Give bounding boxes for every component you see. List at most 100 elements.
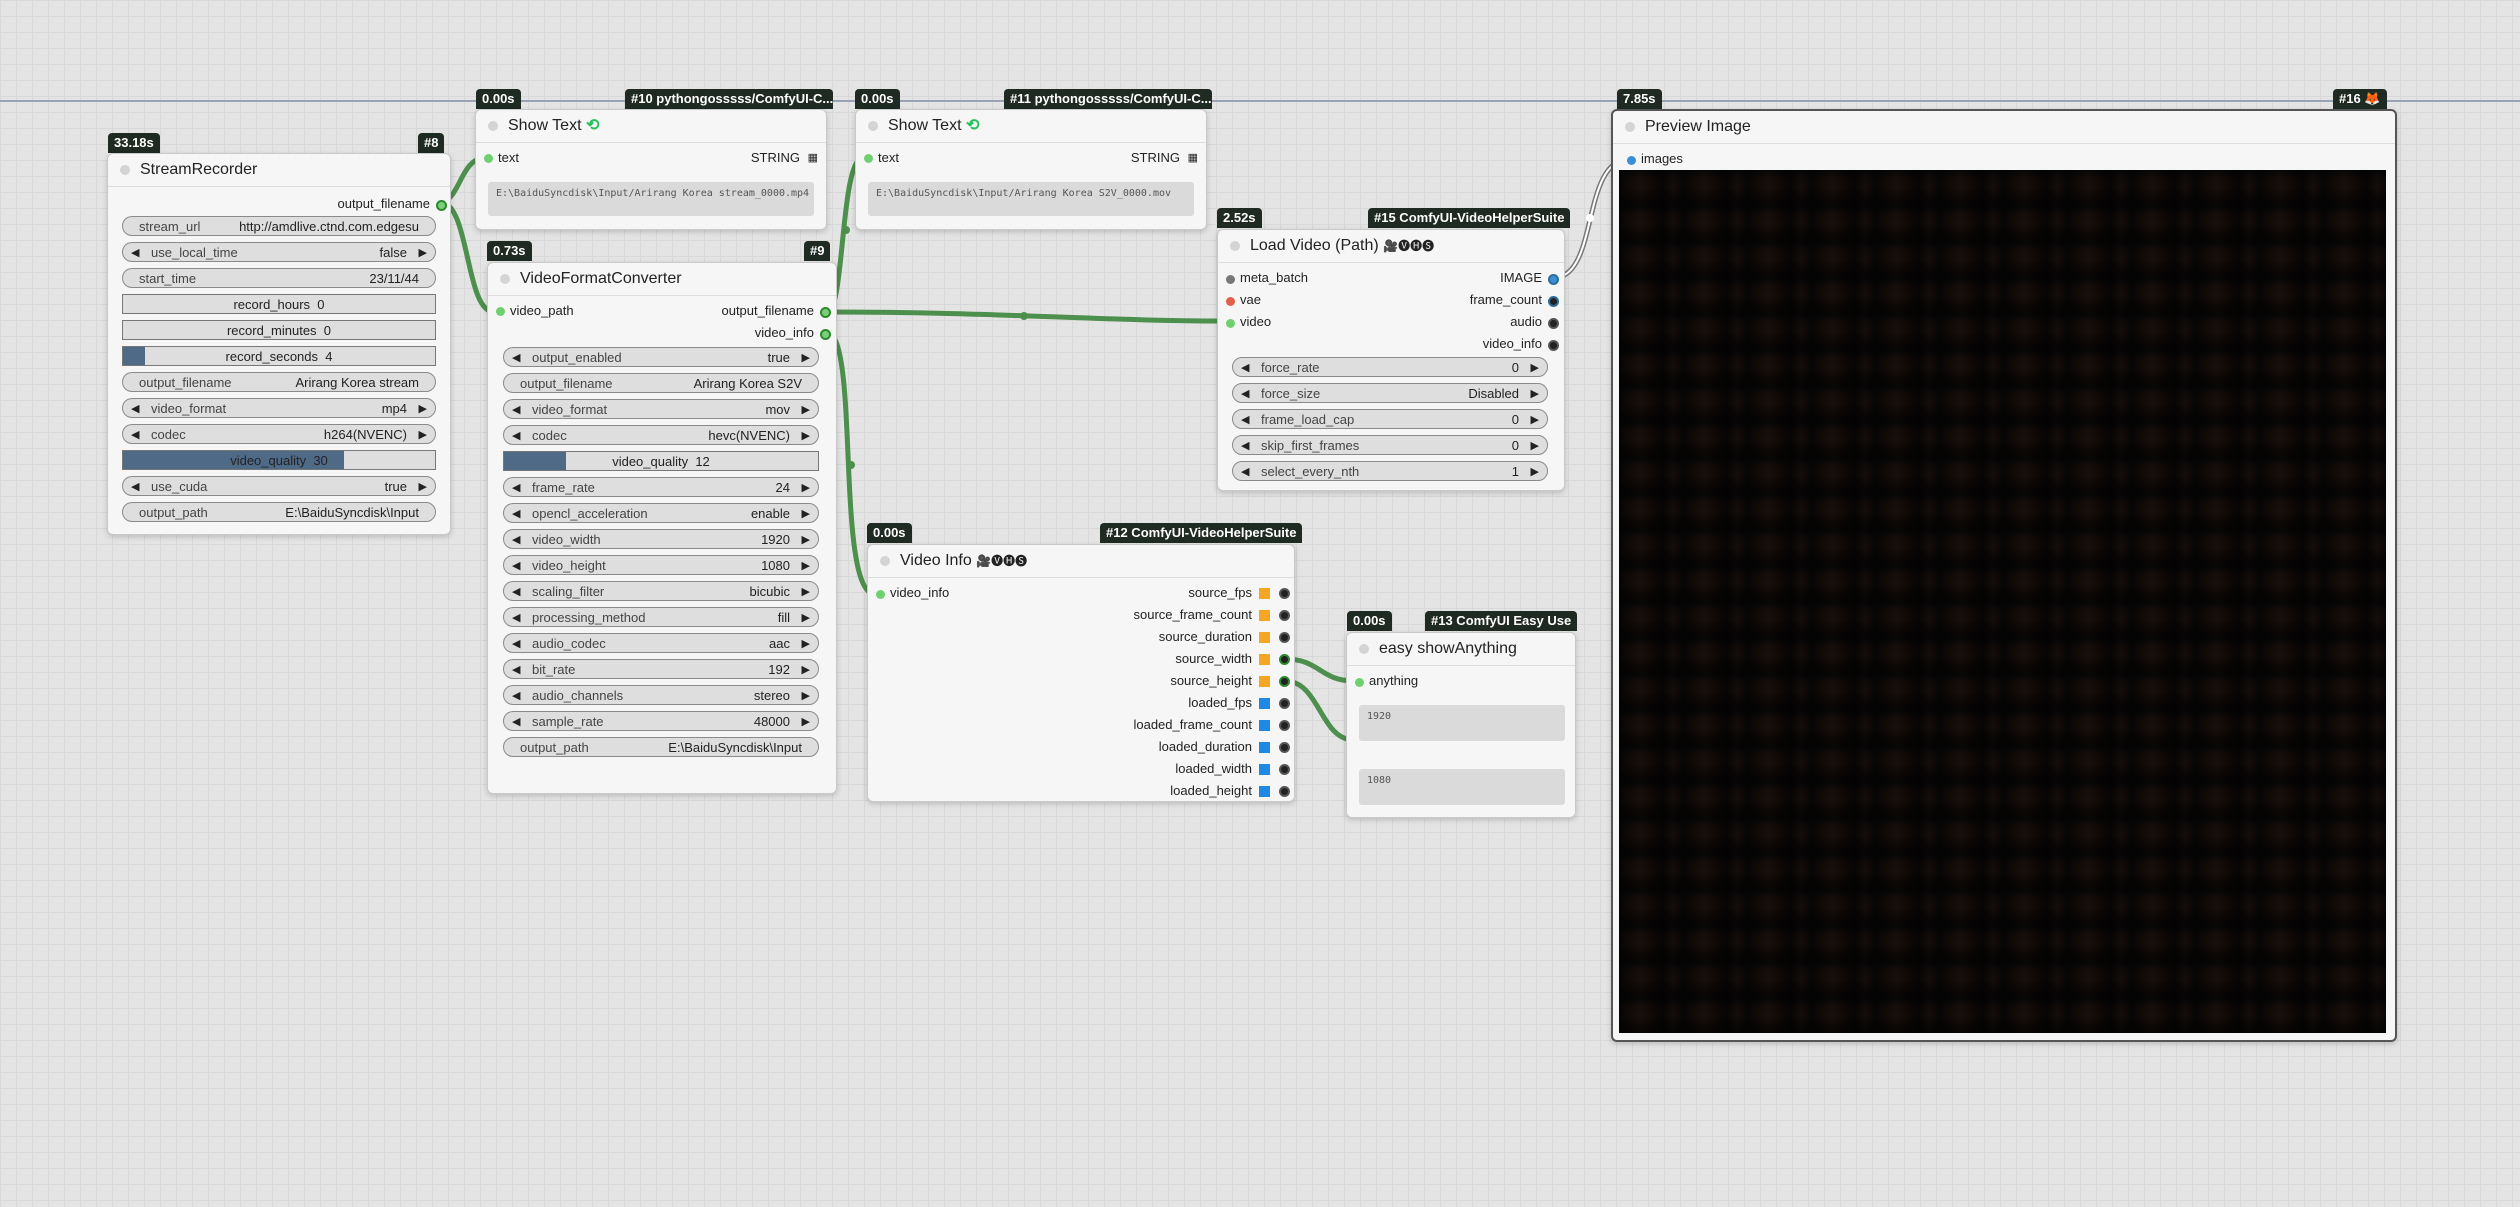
output-path-widget[interactable]: output_path E:\BaiduSyncdisk\Input [503, 737, 819, 757]
bit-rate-combo[interactable]: ◀ bit_rate 192 ▶ [503, 659, 819, 679]
input-pin-icon[interactable] [1226, 297, 1235, 306]
record-minutes-slider[interactable]: record_minutes 0 [122, 320, 436, 340]
video-info-node[interactable]: Video Info 🎥🅥🅗🅢 video_info source_fps so… [867, 544, 1295, 802]
node-title[interactable]: StreamRecorder [108, 154, 450, 187]
video-quality-slider[interactable]: video_quality 30 [122, 450, 436, 470]
output-slot-output-filename[interactable]: output_filename [721, 303, 831, 319]
input-slot-images: images [1641, 151, 1683, 166]
frame-load-cap-combo[interactable]: ◀ frame_load_cap 0 ▶ [1232, 409, 1548, 429]
collapse-dot-icon[interactable] [488, 121, 498, 131]
audio-codec-combo[interactable]: ◀ audio_codec aac ▶ [503, 633, 819, 653]
output-slot-video-info[interactable]: video_info [755, 325, 831, 341]
output-slot-loaded-fps[interactable]: loaded_fps [1188, 695, 1252, 711]
output-slot-source-height[interactable]: source_height [1170, 673, 1252, 689]
collapse-dot-icon[interactable] [500, 274, 510, 284]
video-quality-slider[interactable]: video_quality 12 [503, 451, 819, 471]
video-width-combo[interactable]: ◀ video_width 1920 ▶ [503, 529, 819, 549]
output-slot-loaded-duration[interactable]: loaded_duration [1159, 739, 1252, 755]
node-id-badge: #15 ComfyUI-VideoHelperSuite [1368, 208, 1571, 228]
link-height-anything [1282, 678, 1357, 743]
collapse-dot-icon[interactable] [880, 556, 890, 566]
output-slot-audio[interactable]: audio [1510, 314, 1559, 330]
output-slot-loaded-frame-count[interactable]: loaded_frame_count [1133, 717, 1252, 733]
select-every-nth-combo[interactable]: ◀ select_every_nth 1 ▶ [1232, 461, 1548, 481]
processing-method-combo[interactable]: ◀ processing_method fill ▶ [503, 607, 819, 627]
record-seconds-slider[interactable]: record_seconds 4 [122, 346, 436, 366]
input-pin-icon[interactable] [1355, 678, 1364, 687]
value-display-1[interactable]: 1920 [1359, 705, 1565, 741]
stream-url-widget[interactable]: stream_url http://amdlive.ctnd.com.edgesu [122, 216, 436, 236]
input-pin-icon[interactable] [1226, 275, 1235, 284]
start-time-widget[interactable]: start_time 23/11/44 [122, 268, 436, 288]
input-pin-icon[interactable] [1627, 156, 1636, 165]
video-format-combo[interactable]: ◀ video_format mp4 ▶ [122, 398, 436, 418]
sample-rate-combo[interactable]: ◀ sample_rate 48000 ▶ [503, 711, 819, 731]
text-display[interactable]: E:\BaiduSyncdisk\Input/Arirang Korea str… [488, 182, 814, 216]
execution-time-badge: 0.00s [867, 523, 912, 543]
output-filename-widget[interactable]: output_filename Arirang Korea stream [122, 372, 436, 392]
output-slot-video-info[interactable]: video_info [1483, 336, 1559, 352]
text-display[interactable]: E:\BaiduSyncdisk\Input/Arirang Korea S2V… [868, 182, 1194, 216]
use-local-time-combo[interactable]: ◀ use_local_time false ▶ [122, 242, 436, 262]
collapse-dot-icon[interactable] [120, 165, 130, 175]
node-title[interactable]: Preview Image [1613, 111, 2395, 144]
output-filename-widget[interactable]: output_filename Arirang Korea S2V [503, 373, 819, 393]
node-title[interactable]: Video Info 🎥🅥🅗🅢 [868, 545, 1294, 578]
output-slot-source-fps[interactable]: source_fps [1188, 585, 1252, 601]
load-video-path-node[interactable]: Load Video (Path) 🎥🅥🅗🅢 meta_batch vae vi… [1217, 229, 1565, 491]
use-cuda-combo[interactable]: ◀ use_cuda true ▶ [122, 476, 436, 496]
skip-first-frames-combo[interactable]: ◀ skip_first_frames 0 ▶ [1232, 435, 1548, 455]
input-pin-icon[interactable] [484, 154, 493, 163]
input-pin-icon[interactable] [1226, 319, 1235, 328]
node-title[interactable]: Show Text ⟲ [476, 110, 826, 143]
int-type-icon [1259, 610, 1270, 621]
show-text-11-node[interactable]: Show Text ⟲ text STRING ▦ E:\BaiduSyncdi… [855, 109, 1207, 230]
node-title[interactable]: Load Video (Path) 🎥🅥🅗🅢 [1218, 230, 1564, 263]
output-slot-string[interactable]: STRING [1131, 150, 1180, 166]
input-pin-icon[interactable] [876, 590, 885, 599]
output-enabled-combo[interactable]: ◀ output_enabled true ▶ [503, 347, 819, 367]
collapse-dot-icon[interactable] [1359, 644, 1369, 654]
collapse-dot-icon[interactable] [1625, 122, 1635, 132]
node-title[interactable]: VideoFormatConverter [488, 263, 836, 296]
float-type-icon [1259, 698, 1270, 709]
output-slot-source-frame-count[interactable]: source_frame_count [1133, 607, 1252, 623]
value-display-2[interactable]: 1080 [1359, 769, 1565, 805]
output-path-widget[interactable]: output_path E:\BaiduSyncdisk\Input [122, 502, 436, 522]
video-height-combo[interactable]: ◀ video_height 1080 ▶ [503, 555, 819, 575]
opencl-acceleration-combo[interactable]: ◀ opencl_acceleration enable ▶ [503, 503, 819, 523]
vhs-badge-icon: 🎥🅥🅗🅢 [976, 554, 1028, 568]
force-rate-combo[interactable]: ◀ force_rate 0 ▶ [1232, 357, 1548, 377]
preview-image-grid[interactable] [1619, 170, 2386, 1033]
output-slot-source-width[interactable]: source_width [1175, 651, 1252, 667]
video-format-combo[interactable]: ◀ video_format mov ▶ [503, 399, 819, 419]
easy-show-anything-node[interactable]: easy showAnything anything 1920 1080 [1346, 632, 1576, 818]
output-slot-source-duration[interactable]: source_duration [1159, 629, 1252, 645]
video-format-converter-node[interactable]: VideoFormatConverter video_path output_f… [487, 262, 837, 794]
output-slot-image[interactable]: IMAGE [1500, 270, 1559, 286]
input-pin-icon[interactable] [496, 307, 505, 316]
codec-combo[interactable]: ◀ codec h264(NVENC) ▶ [122, 424, 436, 444]
codec-combo[interactable]: ◀ codec hevc(NVENC) ▶ [503, 425, 819, 445]
output-slot-loaded-height[interactable]: loaded_height [1170, 783, 1252, 799]
force-size-combo[interactable]: ◀ force_size Disabled ▶ [1232, 383, 1548, 403]
scaling-filter-combo[interactable]: ◀ scaling_filter bicubic ▶ [503, 581, 819, 601]
output-slot-frame-count[interactable]: frame_count [1470, 292, 1559, 308]
collapse-dot-icon[interactable] [868, 121, 878, 131]
show-text-10-node[interactable]: Show Text ⟲ text STRING ▦ E:\BaiduSyncdi… [475, 109, 827, 230]
node-title[interactable]: Show Text ⟲ [856, 110, 1206, 143]
grid-icon: ▦ [1187, 152, 1198, 164]
execution-time-badge: 2.52s [1217, 208, 1262, 228]
execution-time-badge: 0.73s [487, 241, 532, 261]
record-hours-slider[interactable]: record_hours 0 [122, 294, 436, 314]
execution-time-badge: 33.18s [108, 133, 160, 153]
stream-recorder-node[interactable]: StreamRecorder output_filename stream_ur… [107, 153, 451, 535]
input-pin-icon[interactable] [864, 154, 873, 163]
output-slot-output-filename[interactable]: output_filename [337, 196, 447, 212]
node-title[interactable]: easy showAnything [1347, 633, 1575, 666]
frame-rate-combo[interactable]: ◀ frame_rate 24 ▶ [503, 477, 819, 497]
output-slot-loaded-width[interactable]: loaded_width [1175, 761, 1252, 777]
output-slot-string[interactable]: STRING [751, 150, 800, 166]
audio-channels-combo[interactable]: ◀ audio_channels stereo ▶ [503, 685, 819, 705]
collapse-dot-icon[interactable] [1230, 241, 1240, 251]
